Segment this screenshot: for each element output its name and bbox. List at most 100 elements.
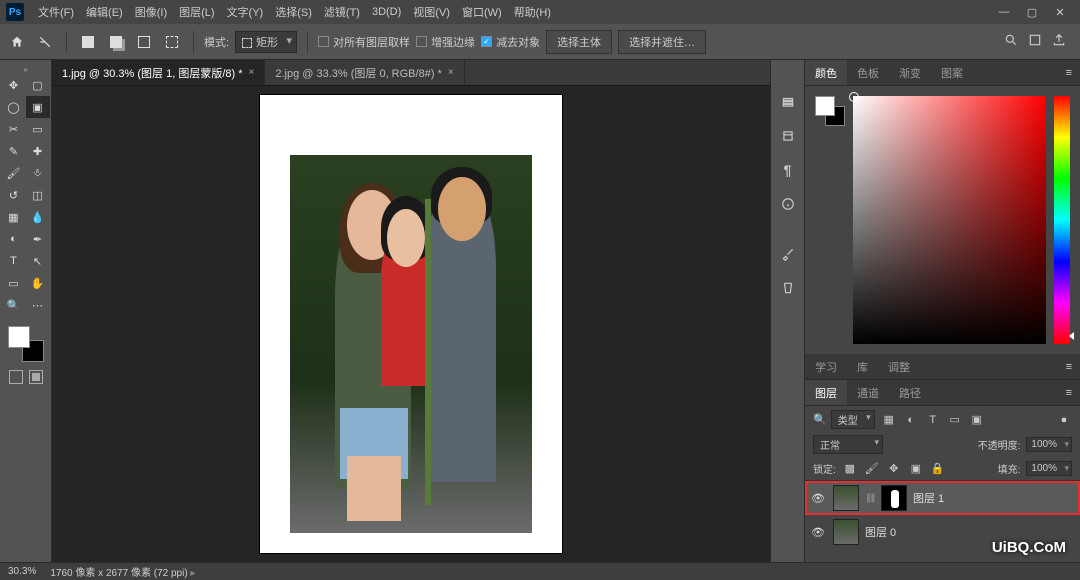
layer-filter-search[interactable]: 🔍类型	[813, 410, 875, 429]
properties-panel-icon[interactable]	[778, 126, 798, 146]
menu-select[interactable]: 选择(S)	[269, 4, 318, 20]
object-selection-tool-icon[interactable]: ▣	[26, 96, 50, 118]
color-panel-swatches[interactable]	[815, 96, 845, 344]
menu-layer[interactable]: 图层(L)	[173, 4, 220, 20]
eraser-tool-icon[interactable]: ◫	[26, 184, 50, 206]
document-tab-1[interactable]: 1.jpg @ 30.3% (图层 1, 图层蒙版/8) *×	[52, 60, 265, 85]
tab-patterns[interactable]: 图案	[931, 60, 973, 85]
mask-link-icon[interactable]: ⛓	[865, 493, 875, 504]
select-subject-button[interactable]: 选择主体	[546, 30, 612, 54]
tool-preset-icon[interactable]	[34, 31, 56, 53]
shape-dropdown[interactable]: 矩形	[235, 31, 297, 53]
zoom-level[interactable]: 30.3%	[8, 566, 36, 577]
minimize-button[interactable]: —	[990, 2, 1018, 22]
tab-paths[interactable]: 路径	[889, 380, 931, 405]
visibility-icon[interactable]: 👁	[811, 526, 827, 539]
new-selection-icon[interactable]	[77, 31, 99, 53]
tab-swatches[interactable]: 色板	[847, 60, 889, 85]
color-swatches[interactable]	[8, 326, 44, 362]
panel-fg-swatch[interactable]	[815, 96, 835, 116]
add-selection-icon[interactable]	[105, 31, 127, 53]
color-picker-marker[interactable]	[849, 92, 859, 102]
share-icon[interactable]	[1052, 33, 1066, 50]
hand-tool-icon[interactable]: ✋	[26, 272, 50, 294]
visibility-icon[interactable]: 👁	[811, 492, 827, 505]
panel-menu-icon[interactable]: ≡	[1058, 361, 1080, 373]
color-field[interactable]	[853, 96, 1046, 344]
toolbox-expand-icon[interactable]: »	[3, 64, 49, 74]
gradient-tool-icon[interactable]: ▦	[2, 206, 26, 228]
menu-image[interactable]: 图像(I)	[129, 4, 173, 20]
tab-gradients[interactable]: 渐变	[889, 60, 931, 85]
panel-menu-icon[interactable]: ≡	[1058, 387, 1080, 399]
menu-filter[interactable]: 滤镜(T)	[318, 4, 366, 20]
filter-shape-icon[interactable]: ▭	[947, 412, 963, 428]
document-dimensions[interactable]: 1760 像素 x 2677 像素 (72 ppi)	[50, 564, 195, 579]
crop-tool-icon[interactable]: ✂	[2, 118, 26, 140]
close-tab-icon[interactable]: ×	[448, 67, 454, 78]
layer-mask-thumbnail[interactable]	[881, 485, 907, 511]
tab-color[interactable]: 颜色	[805, 60, 847, 85]
history-panel-icon[interactable]	[778, 92, 798, 112]
dodge-tool-icon[interactable]: ◐	[2, 228, 26, 250]
layer-name[interactable]: 图层 1	[913, 490, 944, 506]
lock-image-icon[interactable]: 🖌	[864, 460, 880, 476]
zoom-tool-icon[interactable]: 🔍	[2, 294, 26, 316]
blend-mode-dropdown[interactable]: 正常	[813, 435, 883, 454]
select-and-mask-button[interactable]: 选择并遮住…	[618, 30, 706, 54]
frame-tool-icon[interactable]: ▭	[26, 118, 50, 140]
history-brush-tool-icon[interactable]: ↺	[2, 184, 26, 206]
lock-artboard-icon[interactable]: ▣	[908, 460, 924, 476]
edit-toolbar-icon[interactable]: ⋯	[26, 294, 50, 316]
filter-type-icon[interactable]: T	[925, 412, 941, 428]
tab-adjustments[interactable]: 调整	[878, 354, 920, 379]
maximize-button[interactable]: ▢	[1018, 2, 1046, 22]
panel-menu-icon[interactable]: ≡	[1058, 67, 1080, 79]
character-panel-icon[interactable]: ¶	[778, 160, 798, 180]
layer-thumbnail[interactable]	[833, 485, 859, 511]
blur-tool-icon[interactable]: 💧	[26, 206, 50, 228]
quick-mask-icon[interactable]	[9, 370, 23, 384]
tab-learn[interactable]: 学习	[805, 354, 847, 379]
sample-all-layers-checkbox[interactable]: 对所有图层取样	[318, 34, 410, 50]
rectangle-tool-icon[interactable]: ▭	[2, 272, 26, 294]
menu-view[interactable]: 视图(V)	[407, 4, 456, 20]
move-tool-icon[interactable]: ✥	[2, 74, 26, 96]
brushes-panel-icon[interactable]	[778, 244, 798, 264]
eyedropper-tool-icon[interactable]: ✎	[2, 140, 26, 162]
close-tab-icon[interactable]: ×	[249, 67, 255, 78]
layer-name[interactable]: 图层 0	[865, 524, 896, 540]
enhance-edge-checkbox[interactable]: 增强边缘	[416, 34, 475, 50]
lock-all-icon[interactable]: 🔒	[930, 460, 946, 476]
menu-type[interactable]: 文字(Y)	[221, 4, 270, 20]
hue-marker[interactable]	[1069, 332, 1074, 340]
healing-brush-tool-icon[interactable]: ✚	[26, 140, 50, 162]
brush-settings-panel-icon[interactable]	[778, 278, 798, 298]
marquee-tool-icon[interactable]: ▢	[26, 74, 50, 96]
intersect-selection-icon[interactable]	[161, 31, 183, 53]
menu-window[interactable]: 窗口(W)	[456, 4, 508, 20]
clone-stamp-tool-icon[interactable]: ⎀	[26, 162, 50, 184]
tab-libraries[interactable]: 库	[847, 354, 878, 379]
info-panel-icon[interactable]	[778, 194, 798, 214]
subtract-selection-icon[interactable]	[133, 31, 155, 53]
filter-adjustment-icon[interactable]: ◐	[903, 412, 919, 428]
filter-smart-icon[interactable]: ▣	[969, 412, 985, 428]
filter-type-dropdown[interactable]: 类型	[831, 410, 875, 429]
brush-tool-icon[interactable]: 🖌	[2, 162, 26, 184]
tab-layers[interactable]: 图层	[805, 380, 847, 405]
menu-file[interactable]: 文件(F)	[32, 4, 80, 20]
pen-tool-icon[interactable]: ✒	[26, 228, 50, 250]
lasso-tool-icon[interactable]: ◯	[2, 96, 26, 118]
screen-mode-icon[interactable]	[29, 370, 43, 384]
close-button[interactable]: ✕	[1046, 2, 1074, 22]
layer-thumbnail[interactable]	[833, 519, 859, 545]
document-tab-2[interactable]: 2.jpg @ 33.3% (图层 0, RGB/8#) *×	[265, 60, 464, 85]
menu-help[interactable]: 帮助(H)	[508, 4, 557, 20]
path-selection-tool-icon[interactable]: ↖	[26, 250, 50, 272]
subtract-object-checkbox[interactable]: ✓减去对象	[481, 34, 540, 50]
hue-slider[interactable]	[1054, 96, 1070, 344]
canvas-viewport[interactable]	[52, 86, 770, 562]
filter-pixel-icon[interactable]: ▦	[881, 412, 897, 428]
menu-edit[interactable]: 编辑(E)	[80, 4, 129, 20]
